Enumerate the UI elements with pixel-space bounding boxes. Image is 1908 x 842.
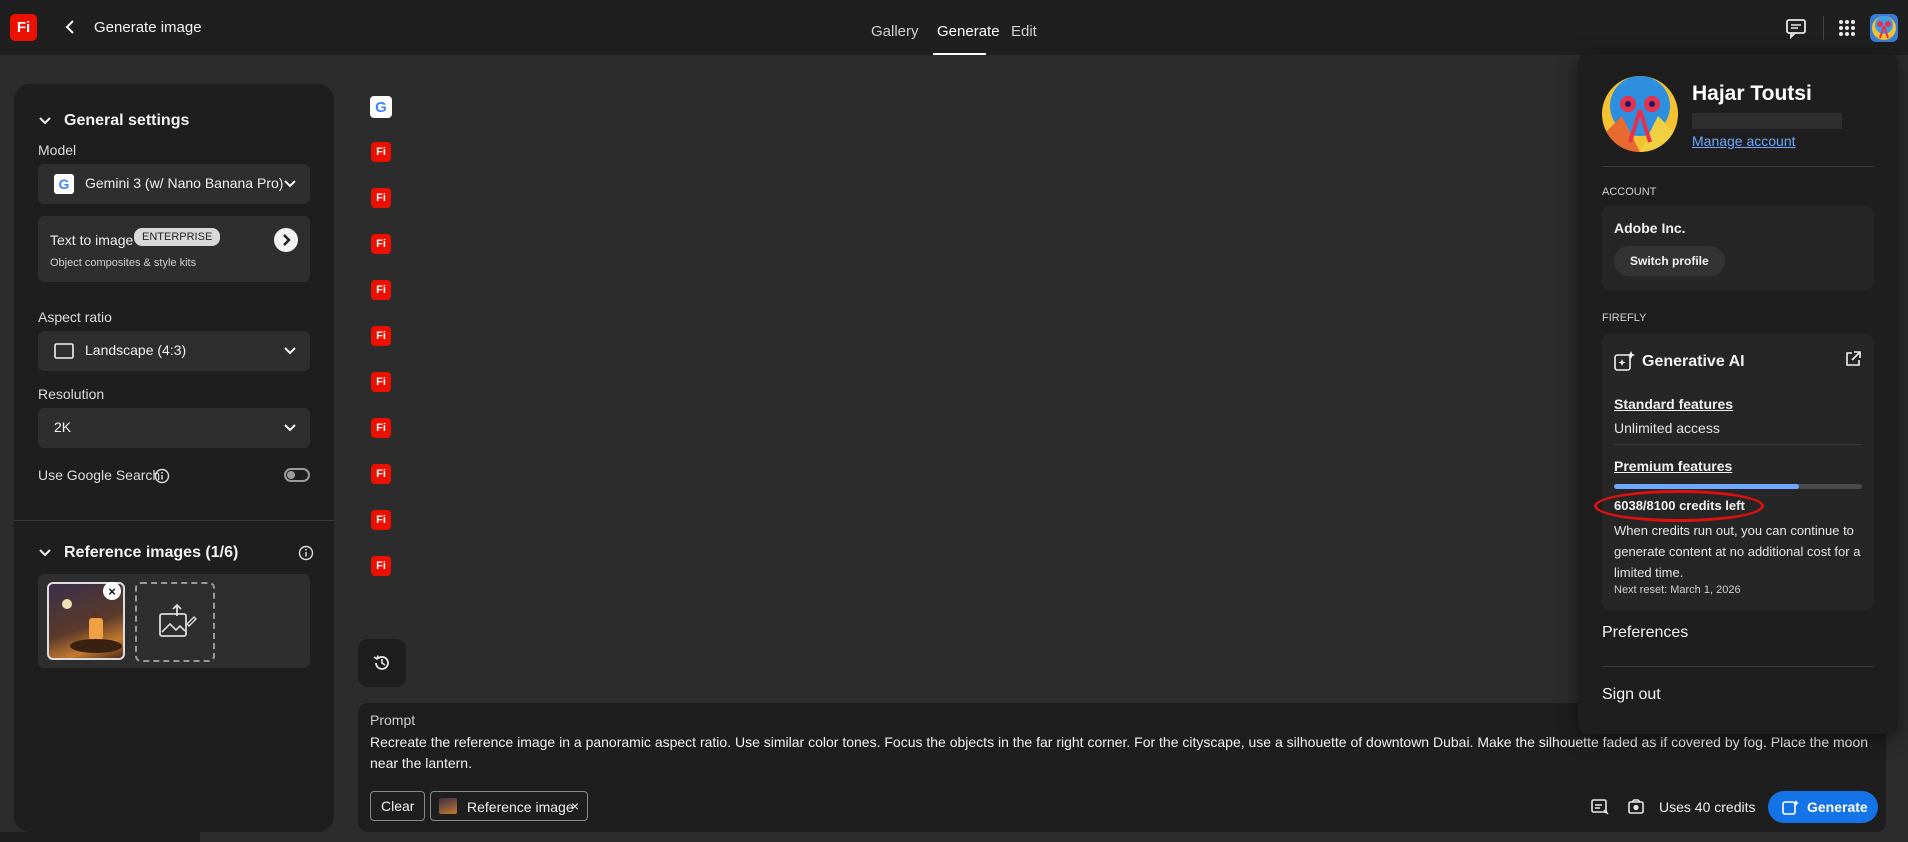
remove-reference-icon[interactable]: × — [103, 582, 121, 600]
firefly-history-icon[interactable]: Fi — [371, 556, 391, 576]
account-card: Adobe Inc. Switch profile — [1602, 206, 1874, 290]
remove-chip-icon[interactable]: × — [571, 798, 579, 814]
resolution-value: 2K — [54, 419, 72, 435]
apps-grid-icon[interactable] — [1836, 17, 1858, 39]
card-divider — [1614, 444, 1862, 445]
chevron-right-icon[interactable] — [274, 228, 298, 252]
browser-status-bar — [0, 832, 200, 842]
topbar-divider — [1823, 16, 1824, 40]
tab-generate[interactable]: Generate — [937, 23, 1000, 40]
firefly-logo[interactable]: Fi — [10, 14, 37, 41]
resolution-label: Resolution — [38, 386, 105, 402]
standard-features-link[interactable]: Standard features — [1614, 396, 1733, 412]
user-avatar — [1602, 76, 1678, 152]
sign-out-item[interactable]: Sign out — [1602, 686, 1661, 704]
menu-divider — [1602, 166, 1874, 167]
model-value: Gemini 3 (w/ Nano Banana Pro) — [85, 175, 284, 191]
enterprise-badge: ENTERPRISE — [134, 228, 221, 246]
firefly-history-icon[interactable]: Fi — [371, 418, 391, 438]
aspect-ratio-dropdown[interactable]: Landscape (4:3) — [38, 331, 310, 371]
chevron-down-icon — [284, 180, 296, 188]
mode-title: Text to image — [50, 232, 134, 248]
generative-ai-card: Generative AI Standard features Unlimite… — [1594, 334, 1874, 610]
next-reset-text: Next reset: March 1, 2026 — [1614, 584, 1741, 596]
history-button[interactable] — [358, 639, 406, 687]
external-link-icon[interactable] — [1844, 350, 1862, 368]
resolution-dropdown[interactable]: 2K — [38, 408, 310, 448]
credits-icon — [1628, 799, 1644, 814]
reference-images-heading[interactable]: Reference images (1/6) — [64, 544, 238, 562]
org-name: Adobe Inc. — [1614, 220, 1686, 236]
settings-panel: General settings Model G Gemini 3 (w/ Na… — [14, 84, 334, 832]
clear-button[interactable]: Clear — [370, 791, 426, 821]
user-name: Hajar Toutsi — [1692, 82, 1812, 105]
generative-ai-title: Generative AI — [1642, 353, 1745, 370]
chevron-down-icon[interactable] — [38, 114, 52, 128]
account-section-label: ACCOUNT — [1602, 186, 1657, 198]
firefly-history-icon[interactable]: Fi — [371, 326, 391, 346]
generate-icon — [1782, 800, 1799, 815]
prompt-label: Prompt — [370, 712, 416, 728]
google-icon: G — [54, 174, 74, 194]
switch-profile-button[interactable]: Switch profile — [1614, 246, 1725, 276]
account-menu: Hajar Toutsi Manage account ACCOUNT Adob… — [1578, 54, 1898, 734]
chevron-down-icon — [284, 347, 296, 355]
credits-progress-fill — [1614, 484, 1799, 489]
reference-images-box: × — [38, 574, 310, 668]
chevron-down-icon — [284, 424, 296, 432]
firefly-history-icon[interactable]: Fi — [371, 142, 391, 162]
google-search-label: Use Google Search — [38, 467, 161, 483]
generation-mode-card[interactable]: Text to image ENTERPRISE Object composit… — [38, 216, 310, 282]
back-arrow-icon[interactable] — [62, 17, 78, 37]
active-tab-indicator — [933, 53, 986, 55]
aspect-ratio-label: Aspect ratio — [38, 309, 112, 325]
standard-access-text: Unlimited access — [1614, 420, 1720, 436]
tab-gallery[interactable]: Gallery — [871, 23, 919, 40]
reference-image-chip[interactable]: Reference image × — [430, 791, 588, 821]
generative-ai-icon — [1614, 351, 1635, 371]
google-model-icon[interactable]: G — [370, 96, 392, 118]
preferences-item[interactable]: Preferences — [1602, 624, 1688, 642]
prompt-settings-icon[interactable] — [1590, 797, 1610, 817]
firefly-history-icon[interactable]: Fi — [371, 188, 391, 208]
firefly-section-label: FIREFLY — [1602, 312, 1647, 324]
panel-divider — [14, 520, 334, 521]
history-icon — [373, 655, 389, 670]
upload-reference-button[interactable] — [135, 582, 215, 662]
page-title: Generate image — [94, 19, 202, 36]
landscape-icon — [54, 343, 74, 359]
feedback-chat-icon[interactable] — [1785, 17, 1807, 39]
prompt-input[interactable]: Recreate the reference image in a panora… — [370, 732, 1870, 774]
mode-subtitle: Object composites & style kits — [50, 257, 197, 269]
upload-image-icon — [159, 603, 197, 637]
reference-chip-label: Reference image — [467, 799, 574, 815]
firefly-history-icon[interactable]: Fi — [371, 234, 391, 254]
general-settings-heading[interactable]: General settings — [64, 112, 189, 130]
credits-cost: Uses 40 credits — [1659, 799, 1756, 815]
aspect-ratio-value: Landscape (4:3) — [85, 342, 187, 358]
info-icon[interactable] — [154, 468, 170, 484]
firefly-history-icon[interactable]: Fi — [371, 464, 391, 484]
generate-label: Generate — [1807, 799, 1868, 815]
info-icon[interactable] — [298, 545, 314, 561]
credits-info-text: When credits run out, you can continue t… — [1614, 523, 1861, 580]
user-avatar-button[interactable] — [1870, 14, 1898, 42]
chevron-down-icon[interactable] — [38, 546, 52, 560]
annotation-ellipse — [1594, 490, 1764, 522]
generate-button[interactable]: Generate — [1768, 791, 1878, 823]
firefly-history-icon[interactable]: Fi — [371, 372, 391, 392]
google-search-toggle[interactable] — [284, 468, 310, 482]
redacted-email — [1692, 113, 1842, 129]
model-label: Model — [38, 142, 77, 158]
firefly-history-icon[interactable]: Fi — [371, 510, 391, 530]
top-bar: Fi Generate image Gallery Generate Edit — [0, 0, 1908, 55]
reference-chip-thumbnail — [439, 798, 457, 814]
premium-features-link[interactable]: Premium features — [1614, 458, 1732, 474]
tab-edit[interactable]: Edit — [1011, 23, 1037, 40]
manage-account-link[interactable]: Manage account — [1692, 133, 1796, 149]
firefly-history-icon[interactable]: Fi — [371, 280, 391, 300]
menu-divider — [1602, 666, 1874, 667]
model-dropdown[interactable]: G Gemini 3 (w/ Nano Banana Pro) — [38, 164, 310, 204]
credits-progress-bar — [1614, 484, 1862, 489]
